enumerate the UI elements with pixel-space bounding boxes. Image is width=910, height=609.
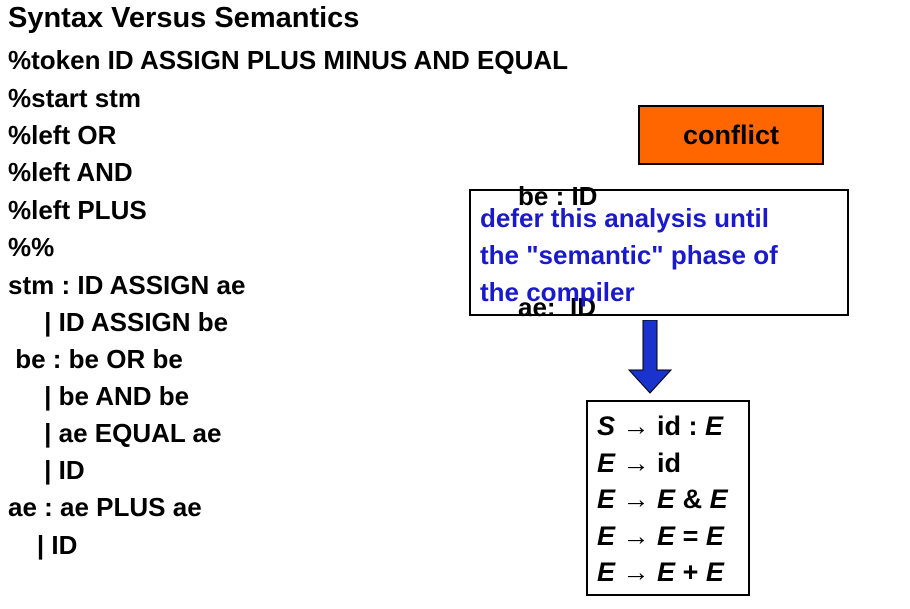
production-rhs-part: E (657, 520, 676, 551)
defer-note-line: defer this analysis until (480, 203, 769, 233)
productions-box: S → id : E E → id E → E & E E → E = E E … (586, 400, 750, 596)
production-arrow: → (622, 411, 650, 441)
production-rhs-part: id : (657, 411, 706, 441)
production-rhs-part: id (657, 447, 682, 478)
grammar-line: | ID (8, 530, 78, 560)
production-rhs-part: & (675, 484, 710, 514)
grammar-line: ae : ae PLUS ae (8, 492, 202, 522)
production-rhs-part: + (675, 557, 706, 587)
production-rhs-part: E (705, 411, 724, 441)
grammar-line: %token ID ASSIGN PLUS MINUS AND EQUAL (8, 45, 569, 75)
production-rhs-part: E (709, 484, 728, 514)
production-line: E → id (597, 445, 748, 482)
grammar-line: stm : ID ASSIGN ae (8, 270, 246, 300)
production-arrow: → (622, 484, 650, 514)
grammar-line: %start stm (8, 83, 141, 113)
production-rhs-part: = (675, 520, 706, 551)
production-lhs: E (597, 557, 616, 587)
grammar-line: be : be OR be (8, 344, 183, 374)
defer-note-line: the compiler (480, 277, 635, 307)
grammar-line: %% (8, 232, 55, 262)
production-arrow: → (622, 557, 650, 587)
production-line: S → id : E (597, 408, 748, 445)
production-arrow: → (622, 447, 650, 478)
defer-note-line: the "semantic" phase of (480, 240, 778, 270)
grammar-line: | ID ASSIGN be (8, 307, 229, 337)
conflict-label: conflict (638, 105, 824, 165)
production-line: E → E + E (597, 554, 748, 591)
grammar-line: %left PLUS (8, 195, 147, 225)
defer-note: defer this analysis until the "semantic"… (469, 189, 849, 316)
production-lhs: E (597, 520, 616, 551)
production-rhs-part: E (705, 520, 724, 551)
production-rhs-part: E (657, 557, 676, 587)
production-lhs: S (597, 411, 616, 441)
production-arrow: → (622, 520, 650, 551)
grammar-line: %left AND (8, 157, 133, 187)
grammar-line: %left OR (8, 120, 117, 150)
production-rhs-part: E (657, 484, 676, 514)
grammar-spec: %token ID ASSIGN PLUS MINUS AND EQUAL %s… (8, 44, 568, 560)
production-line: E → E = E (597, 518, 748, 555)
production-rhs-part: E (705, 557, 724, 587)
production-line: E → E & E (597, 481, 748, 518)
grammar-line: | ae EQUAL ae (8, 418, 222, 448)
production-lhs: E (597, 484, 616, 514)
production-lhs: E (597, 447, 616, 478)
slide-title: Syntax Versus Semantics (8, 2, 360, 34)
down-arrow-icon (627, 320, 673, 394)
grammar-line: | ID (8, 455, 85, 485)
grammar-line: | be AND be (8, 381, 190, 411)
